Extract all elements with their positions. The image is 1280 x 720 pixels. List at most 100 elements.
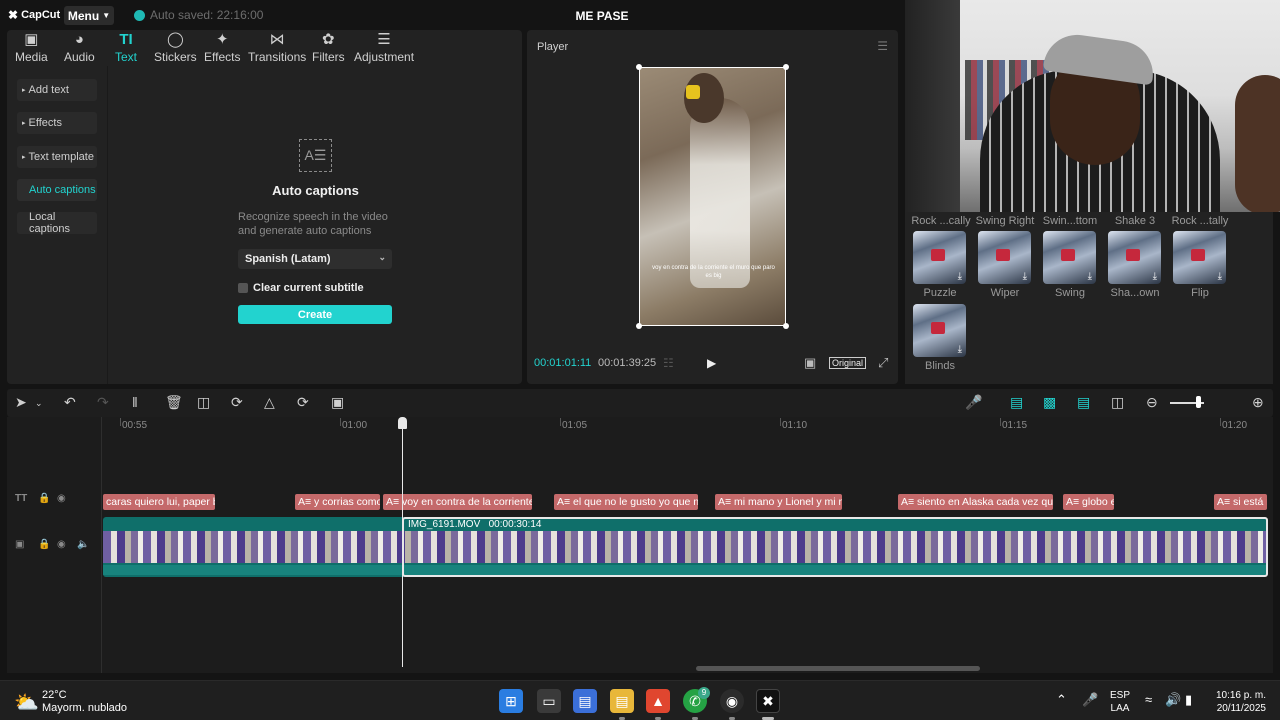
volume-icon[interactable]: 🔊: [1165, 692, 1181, 708]
ratio-button[interactable]: Original: [829, 357, 867, 369]
sidebar-item-text-template[interactable]: ▸ Text template: [17, 146, 97, 168]
tab-effects[interactable]: ✦ Effects: [204, 30, 240, 66]
player-menu-icon[interactable]: ☰: [877, 39, 888, 53]
rotate-icon[interactable]: ⟳: [297, 394, 309, 411]
tab-adjustment[interactable]: ☰ Adjustment: [354, 30, 414, 66]
weather-icon[interactable]: ⛅: [14, 690, 39, 715]
transition-name: Swing: [1055, 287, 1085, 299]
brave-browser-icon[interactable]: ▲: [646, 689, 670, 713]
tab-stickers[interactable]: ◯ Stickers: [154, 30, 197, 66]
resize-handle[interactable]: [636, 323, 642, 329]
clear-subtitle-checkbox[interactable]: [238, 283, 248, 293]
download-icon[interactable]: ⤓: [958, 344, 962, 355]
download-icon[interactable]: ⤓: [1153, 271, 1157, 282]
snapshot-icon[interactable]: ▣: [804, 355, 816, 371]
caption-clip[interactable]: caras quiero lui, paper bl: [103, 494, 215, 510]
video-track-icon: ▣: [15, 539, 25, 550]
caption-clip[interactable]: A≡ globo e: [1063, 494, 1114, 510]
tab-text[interactable]: TI Text: [115, 30, 137, 66]
clock-time: 10:16 p. m.: [1215, 690, 1266, 701]
resize-handle[interactable]: [783, 323, 789, 329]
tab-transitions[interactable]: ⋈ Transitions: [248, 30, 306, 66]
sidebar-item-local-captions[interactable]: Local captions: [17, 211, 97, 235]
clear-subtitle-option[interactable]: Clear current subtitle: [238, 282, 364, 294]
video-preview[interactable]: voy en contra de la corriente el muro qu…: [639, 67, 786, 326]
capcut-taskbar-icon[interactable]: ✖: [756, 689, 780, 713]
caption-clip[interactable]: A≡ siento en Alaska cada vez que p: [898, 494, 1053, 510]
lock-icon[interactable]: 🔒: [38, 493, 50, 504]
transition-thumb-blinds[interactable]: ⤓: [913, 304, 966, 357]
start-icon[interactable]: ⊞: [499, 689, 523, 713]
file-explorer-icon[interactable]: ▤: [610, 689, 634, 713]
sidebar-item-label: Local captions: [29, 211, 70, 235]
resize-handle[interactable]: [783, 64, 789, 70]
language-select[interactable]: Spanish (Latam) ⌄: [238, 249, 392, 269]
microphone-icon[interactable]: 🎤: [965, 394, 982, 411]
freeze-icon[interactable]: ◫: [197, 394, 210, 411]
visibility-icon[interactable]: ◉: [57, 493, 66, 504]
sidebar-item-add-text[interactable]: ▸ Add text: [17, 79, 97, 101]
create-button[interactable]: Create: [238, 305, 392, 324]
weather-description[interactable]: Mayorm. nublado: [42, 702, 127, 714]
mirror-icon[interactable]: △: [264, 394, 275, 411]
split-icon[interactable]: ‖: [132, 394, 138, 410]
transition-thumb-puzzle[interactable]: ⤓: [913, 231, 966, 284]
tab-audio[interactable]: ◕ Audio: [64, 30, 95, 66]
undo-icon[interactable]: ↶: [64, 394, 76, 411]
download-icon[interactable]: ⤓: [1023, 271, 1027, 282]
weather-temperature[interactable]: 22°C: [42, 689, 67, 701]
transition-thumb-flip[interactable]: ⤓: [1173, 231, 1226, 284]
input-language[interactable]: ESP LAA: [1110, 689, 1130, 715]
download-icon[interactable]: ⤓: [1218, 271, 1222, 282]
microphone-tray-icon[interactable]: 🎤: [1082, 692, 1098, 708]
playhead[interactable]: [402, 423, 403, 667]
timeline-scrollbar[interactable]: [696, 666, 980, 671]
caption-clip[interactable]: A≡ voy en contra de la corriente e: [383, 494, 532, 510]
delete-icon[interactable]: 🗑: [165, 394, 183, 411]
transition-thumb-wiper[interactable]: ⤓: [978, 231, 1031, 284]
main-track-magnet-icon[interactable]: ▤: [1010, 394, 1023, 411]
caption-clip[interactable]: A≡ el que no le gusto yo que n: [554, 494, 698, 510]
preview-axis-icon[interactable]: ◫: [1111, 394, 1124, 411]
task-view-icon[interactable]: ▭: [537, 689, 561, 713]
caption-clip[interactable]: A≡ mi mano y Lionel y mi m: [715, 494, 842, 510]
fullscreen-icon[interactable]: ⤢: [878, 355, 888, 371]
resize-handle[interactable]: [636, 64, 642, 70]
battery-icon[interactable]: ▮: [1185, 692, 1192, 708]
logo-text: CapCut: [21, 9, 61, 21]
redo-icon[interactable]: ↷: [97, 394, 109, 411]
menu-button[interactable]: Menu ▼: [64, 6, 114, 25]
reverse-icon[interactable]: ⟳: [231, 394, 243, 411]
wifi-icon[interactable]: ≈: [1145, 692, 1152, 707]
transition-thumb-swing[interactable]: ⤓: [1043, 231, 1096, 284]
crop-icon[interactable]: ▣: [331, 394, 344, 411]
zoom-in-icon[interactable]: ⊕: [1252, 394, 1264, 411]
visibility-icon[interactable]: ◉: [57, 539, 66, 550]
sidebar-item-auto-captions[interactable]: Auto captions: [17, 179, 97, 201]
caption-clip[interactable]: A≡ si está n: [1214, 494, 1267, 510]
media-icon: ▣: [24, 31, 39, 48]
transition-thumb-shake-down[interactable]: ⤓: [1108, 231, 1161, 284]
zoom-out-icon[interactable]: ⊖: [1146, 394, 1158, 411]
download-icon[interactable]: ⤓: [958, 271, 962, 282]
zoom-slider-handle[interactable]: [1196, 396, 1201, 408]
auto-captions-description: Recognize speech in the video and genera…: [238, 211, 388, 237]
caption-clip[interactable]: A≡ y corrias como: [295, 494, 380, 510]
audio-mute-icon[interactable]: 🔈: [77, 539, 89, 550]
download-icon[interactable]: ⤓: [1088, 271, 1092, 282]
play-button[interactable]: ▶: [707, 356, 716, 370]
select-cursor-icon[interactable]: ➤: [15, 394, 27, 411]
auto-snapping-icon[interactable]: ▩: [1043, 394, 1056, 411]
chevron-down-icon[interactable]: ⌄: [35, 398, 43, 409]
tab-media[interactable]: ▣ Media: [15, 30, 48, 66]
project-title[interactable]: ME PASE: [540, 9, 664, 23]
clock[interactable]: 10:16 p. m. 20/11/2025: [1208, 689, 1266, 715]
linkage-icon[interactable]: ▤: [1077, 394, 1090, 411]
tab-filters[interactable]: ✿ Filters: [312, 30, 345, 66]
grid-icon[interactable]: ☷: [663, 356, 674, 370]
sidebar-item-effects[interactable]: ▸ Effects: [17, 112, 97, 134]
lock-icon[interactable]: 🔒: [38, 539, 50, 550]
store-icon[interactable]: ▤: [573, 689, 597, 713]
chrome-icon[interactable]: ◉: [720, 689, 744, 713]
tray-chevron-icon[interactable]: ⌃: [1056, 692, 1067, 708]
